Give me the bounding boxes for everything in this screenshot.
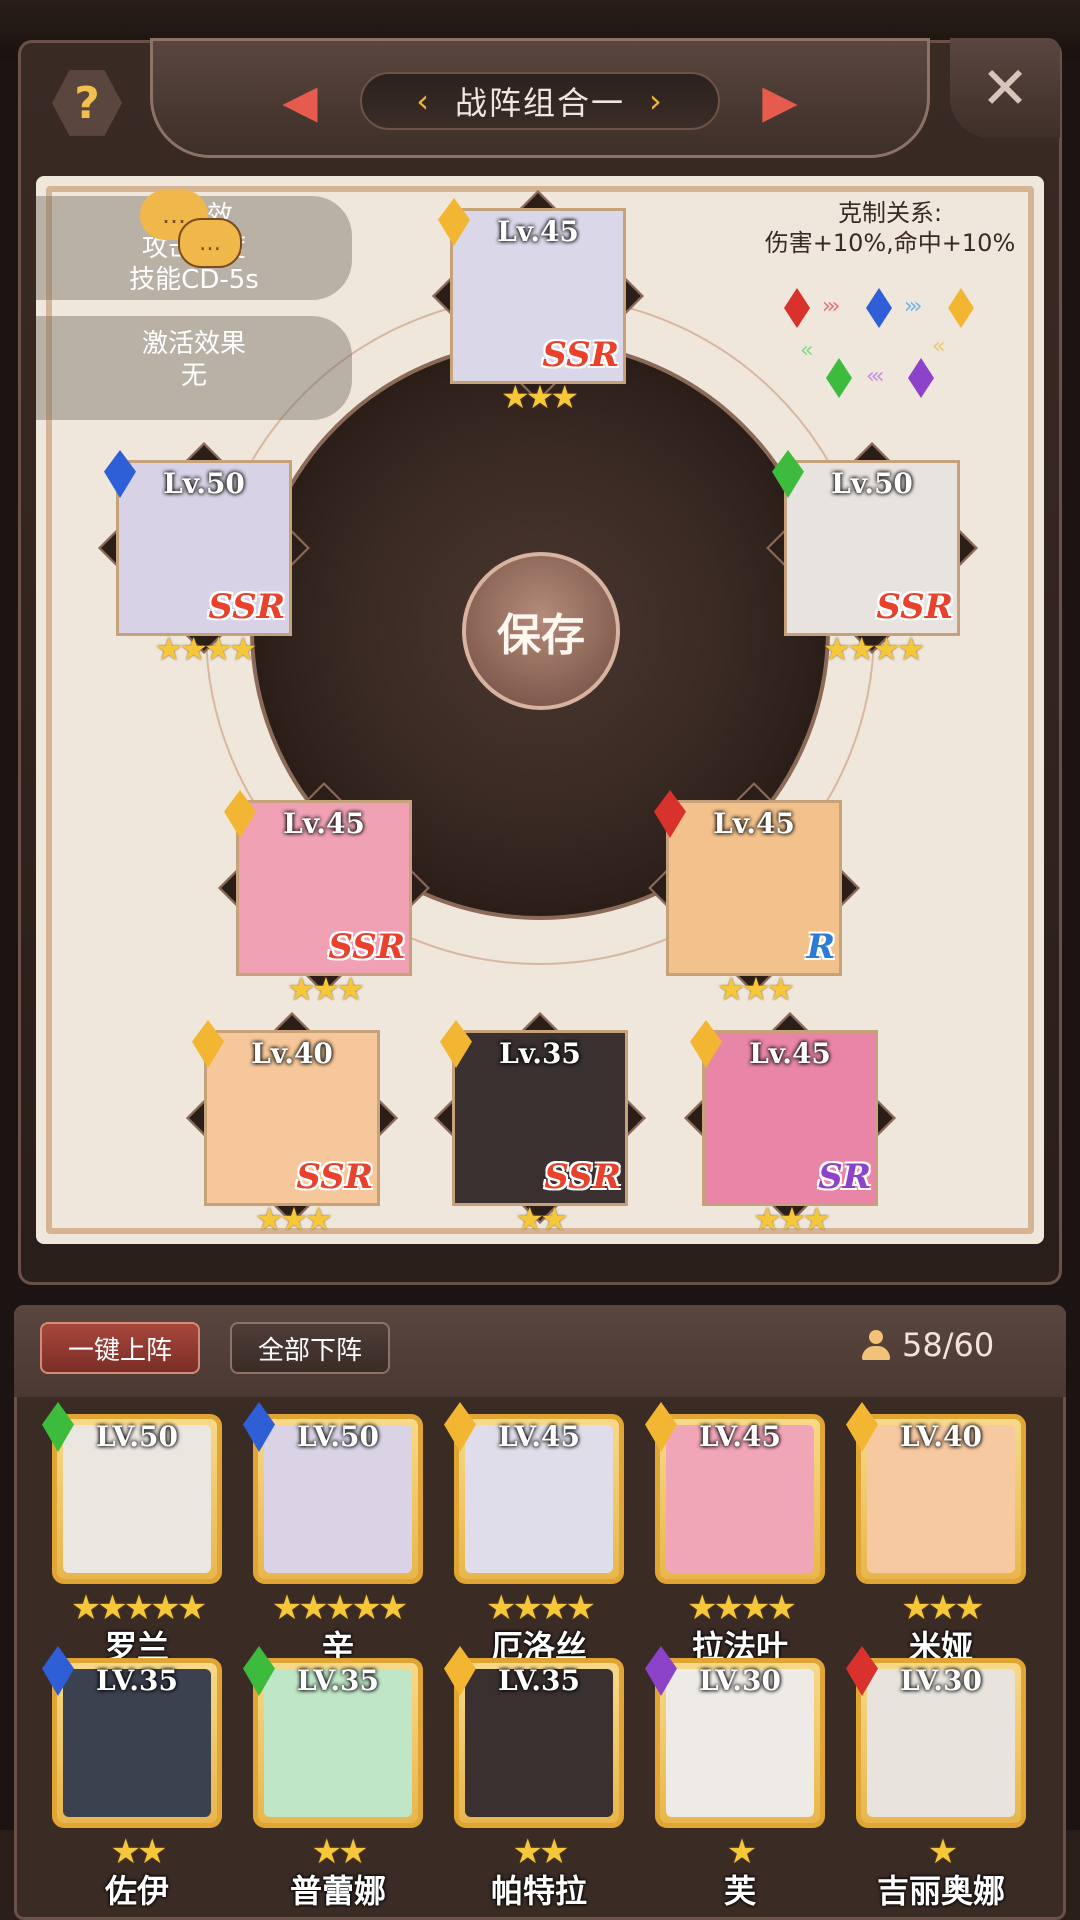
hero-level: Lv.50 <box>831 467 913 500</box>
title-prev-chevron-icon: ‹ <box>416 82 431 120</box>
hero-portrait: Lv.50 SSR <box>784 460 960 636</box>
chevron-icon: ‹‹‹ <box>866 364 885 389</box>
restraint-detail: 伤害+10%,命中+10% <box>764 229 1016 257</box>
star-rating: ★★★ <box>500 378 579 416</box>
hero-level: LV.35 <box>297 1664 379 1697</box>
hero-level: Lv.50 <box>163 467 245 500</box>
formation-slot[interactable]: Lv.35 SSR ★★ <box>434 1012 646 1238</box>
hero-portrait: Lv.45 SR <box>702 1030 878 1206</box>
hero-level: Lv.45 <box>497 215 579 248</box>
hero-portrait: Lv.45 R <box>666 800 842 976</box>
star-rating: ★★★ <box>286 970 365 1008</box>
formation-slot[interactable]: Lv.45 SR ★★★ <box>684 1012 896 1238</box>
title-next-chevron-icon: › <box>649 82 664 120</box>
close-button[interactable]: ✕ <box>950 38 1060 138</box>
formation-slot[interactable]: Lv.50 SSR ★★★★ <box>98 442 310 668</box>
hero-level: LV.40 <box>900 1420 982 1453</box>
hero-portrait: Lv.50 SSR <box>116 460 292 636</box>
hero-level: LV.30 <box>699 1664 781 1697</box>
roster-hero[interactable]: LV.50 ★★★★★ 罗兰 <box>42 1402 222 1666</box>
star-rating: ★★ <box>515 1200 568 1238</box>
hero-level: Lv.45 <box>749 1037 831 1070</box>
hero-name: 佐伊 <box>104 1872 169 1910</box>
star-rating: ★★★★ <box>154 630 258 668</box>
rarity-badge: SSR <box>542 335 619 375</box>
prev-formation-arrow-icon[interactable]: ◀ <box>280 74 320 128</box>
hero-level: Lv.35 <box>499 1037 581 1070</box>
star-rating: ★★★ <box>752 1200 831 1238</box>
restraint-title: 克制关系: <box>837 199 943 227</box>
hero-level: LV.50 <box>96 1420 178 1453</box>
hero-level: Lv.40 <box>251 1037 333 1070</box>
roster-hero[interactable]: LV.35 ★★ 普蕾娜 <box>243 1646 423 1910</box>
hero-level: LV.30 <box>900 1664 982 1697</box>
rarity-badge: SSR <box>544 1157 621 1197</box>
hero-count: 58/60 <box>862 1326 994 1364</box>
deploy-all-button[interactable]: 一键上阵 <box>40 1322 200 1374</box>
hero-portrait: Lv.45 SSR <box>236 800 412 976</box>
hero-level: Lv.45 <box>713 807 795 840</box>
formation-title-text: 战阵组合一 <box>454 84 625 122</box>
roster-hero[interactable]: LV.35 ★★ 帕特拉 <box>444 1646 624 1910</box>
hero-name: 帕特拉 <box>490 1872 587 1910</box>
effect-1-line-2: 技能CD-5s <box>129 265 259 295</box>
roster-hero[interactable]: LV.45 ★★★★ 厄洛丝 <box>444 1402 624 1666</box>
rarity-badge: SSR <box>876 587 953 627</box>
hero-portrait: Lv.40 SSR <box>204 1030 380 1206</box>
star-rating: ★★★ <box>254 1200 333 1238</box>
formation-slot[interactable]: Lv.45 SSR ★★★ <box>218 782 430 1008</box>
chevron-icon: ‹‹ <box>932 334 945 359</box>
rarity-badge: SSR <box>296 1157 373 1197</box>
chevron-icon: ‹‹ <box>800 338 813 363</box>
chevron-icon: ››› <box>822 294 841 319</box>
hero-level: Lv.45 <box>283 807 365 840</box>
roster-hero[interactable]: LV.50 ★★★★★ 辛 <box>243 1402 423 1666</box>
rarity-badge: R <box>806 927 835 967</box>
hero-name: 吉丽奥娜 <box>876 1872 1005 1910</box>
chat-bubble-icon-2[interactable]: … <box>178 218 242 268</box>
hero-level: LV.50 <box>297 1420 379 1453</box>
rarity-badge: SSR <box>208 587 285 627</box>
effect-2-value: 无 <box>180 361 207 391</box>
person-icon <box>862 1330 890 1360</box>
hero-level: LV.35 <box>498 1664 580 1697</box>
star-rating: ★★★★ <box>822 630 926 668</box>
effect-box-2: 激活效果 无 <box>36 316 352 420</box>
star-rating: ★★★ <box>716 970 795 1008</box>
formation-title: ‹ 战阵组合一 › <box>360 72 720 130</box>
hero-name: 芙 <box>723 1872 756 1910</box>
remove-all-button[interactable]: 全部下阵 <box>230 1322 390 1374</box>
effect-2-title: 激活效果 <box>141 329 246 359</box>
formation-slot[interactable]: Lv.45 SSR ★★★ <box>432 190 644 416</box>
hero-portrait: Lv.45 SSR <box>450 208 626 384</box>
roster-hero[interactable]: LV.45 ★★★★ 拉法叶 <box>645 1402 825 1666</box>
rarity-badge: SSR <box>328 927 405 967</box>
hero-level: LV.45 <box>498 1420 580 1453</box>
next-formation-arrow-icon[interactable]: ▶ <box>760 74 800 128</box>
hero-level: LV.45 <box>699 1420 781 1453</box>
rarity-badge: SR <box>818 1157 871 1197</box>
restraint-info: 克制关系: 伤害+10%,命中+10% <box>760 198 1020 258</box>
roster-hero[interactable]: LV.30 ★ 吉丽奥娜 <box>846 1646 1026 1910</box>
roster-hero[interactable]: LV.35 ★★ 佐伊 <box>42 1646 222 1910</box>
roster-hero[interactable]: LV.40 ★★★ 米娅 <box>846 1402 1026 1666</box>
roster-hero[interactable]: LV.30 ★ 芙 <box>645 1646 825 1910</box>
hero-portrait: Lv.35 SSR <box>452 1030 628 1206</box>
save-button[interactable]: 保存 <box>462 552 620 710</box>
formation-slot[interactable]: Lv.50 SSR ★★★★ <box>766 442 978 668</box>
formation-slot[interactable]: Lv.45 R ★★★ <box>648 782 860 1008</box>
hero-level: LV.35 <box>96 1664 178 1697</box>
hero-count-value: 58/60 <box>902 1326 995 1364</box>
chevron-icon: ››› <box>904 294 923 319</box>
formation-slot[interactable]: Lv.40 SSR ★★★ <box>186 1012 398 1238</box>
hero-name: 普蕾娜 <box>289 1872 386 1910</box>
